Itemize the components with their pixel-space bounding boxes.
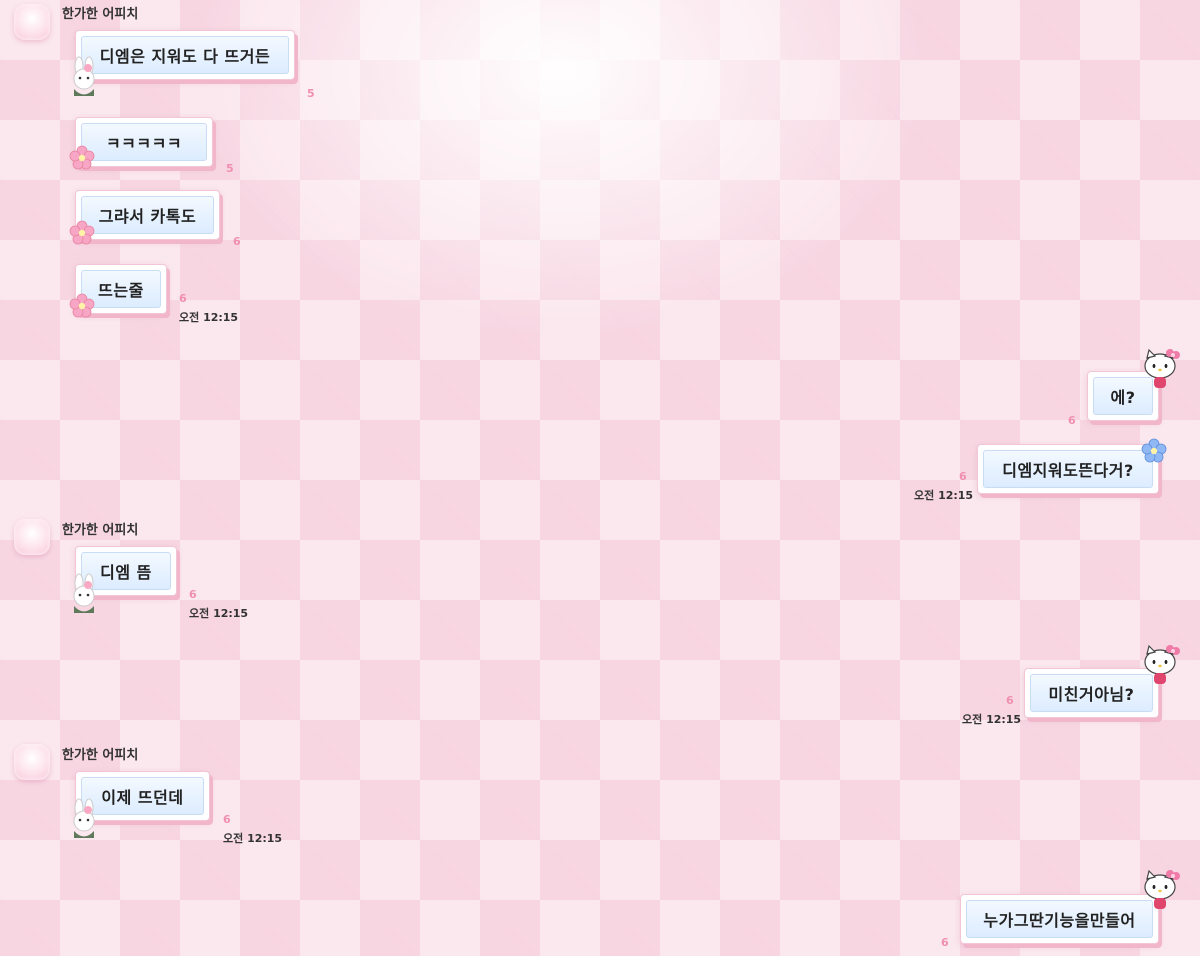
message-time: 오전 12:15 bbox=[962, 713, 1022, 726]
unread-count: 6 bbox=[941, 936, 949, 949]
unread-count: 6 bbox=[1068, 414, 1076, 427]
message-bubble[interactable]: 그랴서 카톡도 bbox=[75, 190, 220, 240]
sender-avatar[interactable] bbox=[14, 4, 50, 40]
message-time: 오전 12:15 bbox=[223, 832, 283, 845]
bunny-sticker-icon bbox=[73, 573, 95, 613]
message-text: 미친거아님? bbox=[1030, 674, 1153, 712]
sender-name: 한가한 어피치 bbox=[62, 523, 139, 538]
message-text: 누가그딴기능을만들어 bbox=[966, 900, 1153, 938]
message-bubble[interactable]: 누가그딴기능을만들어 bbox=[960, 894, 1159, 944]
message-text: 그랴서 카톡도 bbox=[81, 196, 214, 234]
bunny-sticker-icon bbox=[73, 798, 95, 838]
unread-count: 5 bbox=[307, 87, 315, 100]
message-time: 오전 12:15 bbox=[914, 489, 974, 502]
hello-kitty-sticker-icon bbox=[1144, 869, 1180, 909]
unread-count: 6 bbox=[179, 292, 187, 305]
unread-count: 6 bbox=[959, 470, 967, 483]
bunny-sticker-icon bbox=[73, 56, 95, 96]
blue-flower-icon bbox=[1141, 438, 1167, 463]
unread-count: 6 bbox=[1006, 694, 1014, 707]
message-bubble[interactable]: ㅋㅋㅋㅋㅋ bbox=[75, 117, 213, 167]
hello-kitty-sticker-icon bbox=[1144, 348, 1180, 388]
message-time: 오전 12:15 bbox=[189, 607, 249, 620]
message-time: 오전 12:15 bbox=[179, 311, 239, 324]
sender-avatar[interactable] bbox=[14, 744, 50, 780]
pink-flower-icon bbox=[69, 293, 95, 318]
pink-flower-icon bbox=[69, 220, 95, 245]
unread-count: 6 bbox=[223, 813, 231, 826]
sender-avatar[interactable] bbox=[14, 519, 50, 555]
unread-count: 5 bbox=[226, 162, 234, 175]
message-text: 디엠은 지워도 다 뜨거든 bbox=[81, 36, 289, 74]
unread-count: 6 bbox=[233, 235, 241, 248]
hello-kitty-sticker-icon bbox=[1144, 644, 1180, 684]
unread-count: 6 bbox=[189, 588, 197, 601]
sender-name: 한가한 어피치 bbox=[62, 7, 139, 22]
message-bubble[interactable]: 디엠은 지워도 다 뜨거든 bbox=[75, 30, 295, 80]
message-text: 디엠지워도뜬다거? bbox=[983, 450, 1153, 488]
message-text: ㅋㅋㅋㅋㅋ bbox=[81, 123, 207, 161]
pink-flower-icon bbox=[69, 145, 95, 170]
message-bubble[interactable]: 디엠지워도뜬다거? bbox=[977, 444, 1159, 494]
sender-name: 한가한 어피치 bbox=[62, 748, 139, 763]
